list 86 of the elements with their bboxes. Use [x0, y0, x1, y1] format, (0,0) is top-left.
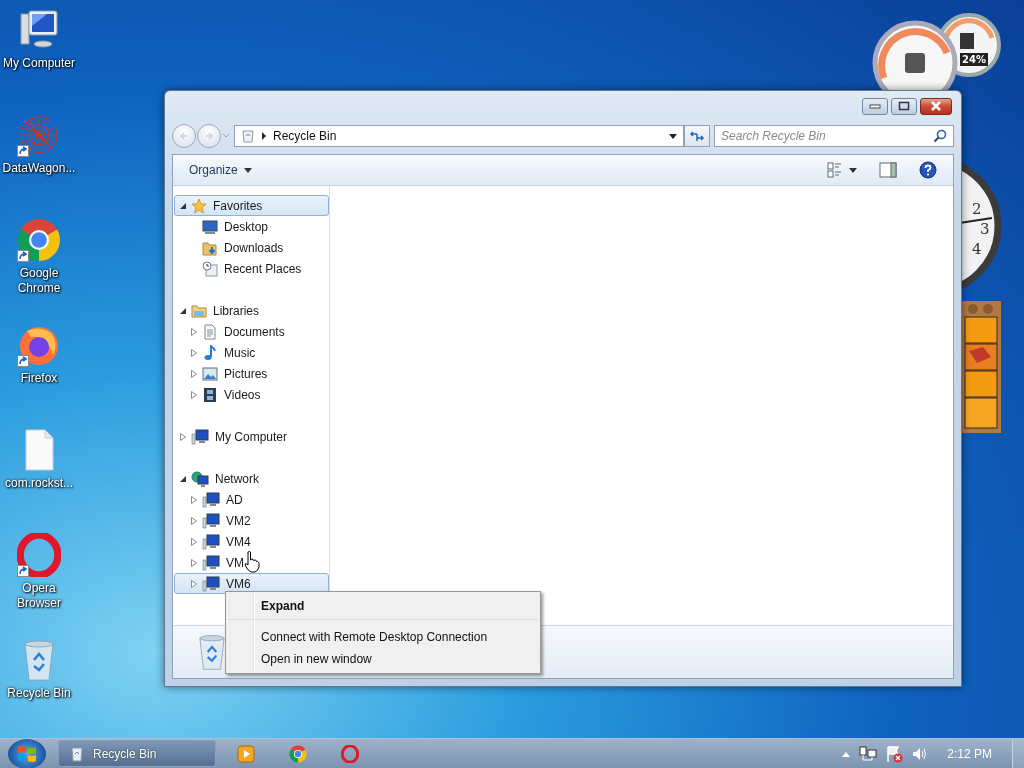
expand-arrow-icon[interactable] [190, 369, 198, 378]
collapse-arrow-icon[interactable] [179, 201, 187, 210]
list-view-icon [827, 162, 843, 178]
collapse-arrow-icon[interactable] [179, 306, 187, 315]
preview-pane-icon [879, 162, 897, 178]
menu-item[interactable]: Open in new window [228, 648, 538, 670]
taskbar-button[interactable]: Recycle Bin [58, 740, 216, 767]
nav-item[interactable]: Desktop [174, 216, 329, 237]
caret-icon [849, 167, 857, 173]
picture-icon [202, 365, 218, 382]
dropdown-caret-icon[interactable] [669, 133, 677, 139]
expand-arrow-icon[interactable] [190, 327, 198, 336]
document-icon [202, 323, 218, 340]
minimize-icon [869, 103, 881, 109]
menu-item[interactable]: Connect with Remote Desktop Connection [228, 626, 538, 648]
letter-o-logo-icon [17, 533, 61, 577]
expand-arrow-icon[interactable] [190, 348, 198, 357]
nav-item[interactable]: AD [174, 489, 329, 510]
folder-download-icon [202, 239, 218, 256]
browser-logo-icon [17, 218, 61, 262]
search-icon [933, 129, 947, 143]
back-arrow-icon [179, 131, 189, 141]
expand-arrow-icon[interactable] [190, 579, 198, 588]
forward-arrow-icon [204, 131, 214, 141]
close-icon [930, 101, 942, 111]
nav-item[interactable]: Videos [174, 384, 329, 405]
refresh-arrows-icon [689, 129, 705, 143]
nav-item[interactable]: Pictures [174, 363, 329, 384]
hand-cursor-icon [244, 551, 260, 573]
flag-alert-icon[interactable] [885, 744, 904, 763]
menu-item[interactable]: Expand [228, 595, 538, 620]
library-folder-icon [191, 302, 207, 319]
help-icon [919, 161, 937, 179]
play-button-icon [237, 744, 255, 763]
computer-icon [202, 554, 220, 571]
expand-arrow-icon[interactable] [190, 495, 198, 504]
nav-item[interactable]: Libraries [174, 300, 329, 321]
clock-folder-icon [202, 260, 218, 277]
nav-item[interactable]: Documents [174, 321, 329, 342]
nav-item[interactable]: Favorites [174, 195, 329, 216]
nav-item[interactable]: My Computer [174, 426, 329, 447]
film-strip-icon [202, 386, 218, 403]
organize-menu-button[interactable]: Organize [181, 159, 260, 181]
network-globe-icon [191, 470, 209, 487]
network-icon[interactable] [859, 745, 878, 762]
computer-icon [202, 512, 220, 529]
music-note-icon [202, 344, 218, 361]
recycle-bin-icon [69, 745, 85, 762]
collapse-arrow-icon[interactable] [179, 474, 187, 483]
search-field[interactable]: Search Recycle Bin [714, 125, 954, 147]
expand-arrow-icon[interactable] [190, 516, 198, 525]
nav-item[interactable]: VM [174, 552, 329, 573]
nav-item[interactable]: VM4 [174, 531, 329, 552]
browser-logo-icon [289, 744, 307, 763]
desktop-icon-label[interactable]: DataWagon... [0, 161, 78, 176]
computer-icon [202, 491, 220, 508]
maximize-icon [898, 101, 910, 111]
start-button[interactable] [8, 738, 46, 768]
desktop-icon-label[interactable]: My Computer [0, 56, 78, 71]
nav-item[interactable]: Recent Places [174, 258, 329, 279]
nav-item[interactable]: Downloads [174, 237, 329, 258]
back-button[interactable] [172, 124, 196, 148]
close-button[interactable] [920, 97, 952, 115]
expand-arrow-icon[interactable] [190, 537, 198, 546]
recycle-bin-icon [241, 129, 255, 143]
breadcrumb-arrow-icon [261, 132, 267, 140]
lattice-logo-icon [17, 113, 61, 157]
computer-icon [191, 428, 209, 445]
maximize-button[interactable] [891, 97, 917, 115]
nav-item[interactable]: VM2 [174, 510, 329, 531]
expand-arrow-icon[interactable] [190, 390, 198, 399]
letter-o-logo-icon [341, 744, 359, 763]
caret-icon [243, 167, 252, 173]
nav-item[interactable]: Network [174, 468, 329, 489]
refresh-button[interactable] [684, 125, 710, 147]
show-desktop-button[interactable] [1012, 738, 1024, 768]
desktop-icon-label[interactable]: Google Chrome [0, 266, 78, 296]
expand-arrow-icon[interactable] [190, 558, 198, 567]
expand-arrow-icon[interactable] [179, 432, 187, 441]
computer-icon [202, 575, 220, 592]
star-icon [191, 197, 207, 214]
monitor-icon [202, 218, 218, 235]
address-bar[interactable]: Recycle Bin [234, 125, 684, 147]
forward-button[interactable] [197, 124, 221, 148]
computer-icon [202, 533, 220, 550]
nav-item[interactable]: Music [174, 342, 329, 363]
